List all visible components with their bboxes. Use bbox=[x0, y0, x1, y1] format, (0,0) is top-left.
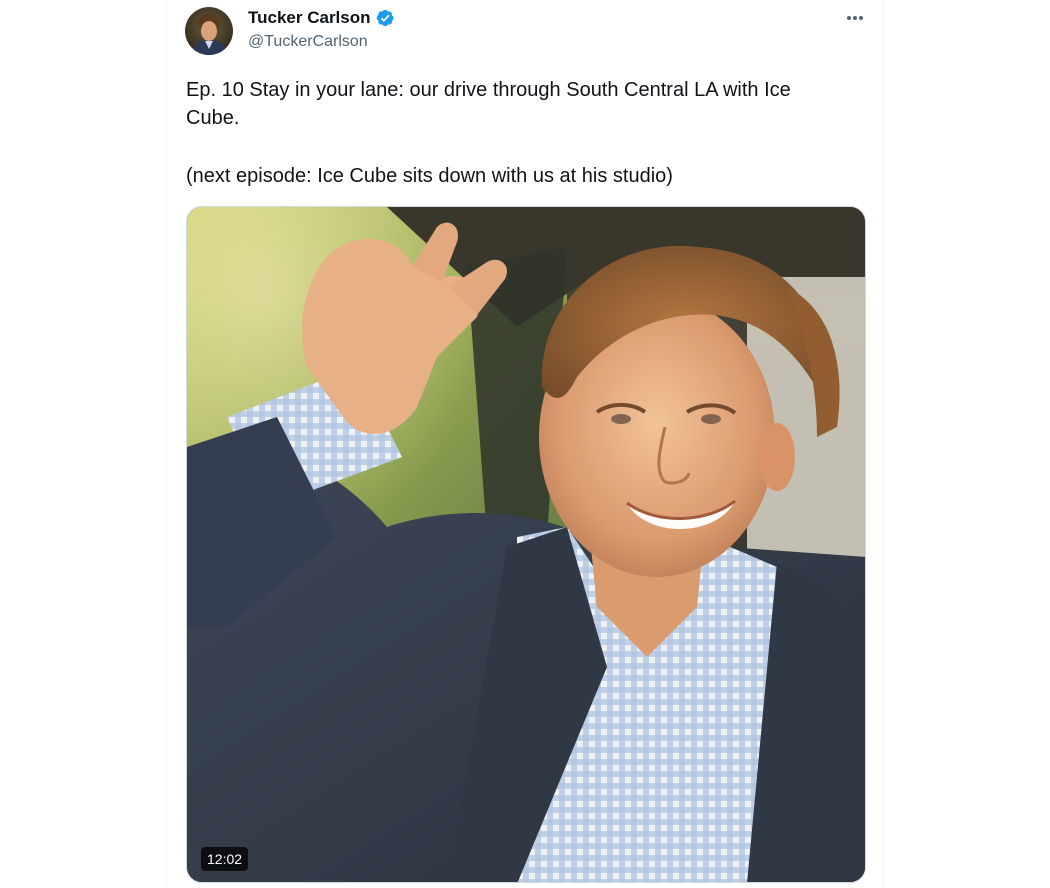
verified-badge-icon[interactable] bbox=[375, 8, 395, 28]
author-handle[interactable]: @TuckerCarlson bbox=[248, 32, 395, 52]
tweet-author: Tucker Carlson @TuckerCarlson bbox=[248, 8, 395, 52]
video-thumbnail bbox=[187, 207, 865, 882]
tweet-card[interactable]: Tucker Carlson @TuckerCarlson Ep. 10 Sta… bbox=[166, 0, 884, 888]
author-avatar[interactable] bbox=[185, 7, 233, 55]
author-name-row: Tucker Carlson bbox=[248, 8, 395, 28]
more-options-button[interactable] bbox=[841, 6, 869, 30]
video-duration-badge: 12:02 bbox=[201, 847, 249, 871]
author-display-name[interactable]: Tucker Carlson bbox=[248, 8, 371, 28]
page: Tucker Carlson @TuckerCarlson Ep. 10 Sta… bbox=[0, 0, 1050, 888]
tweet-text-line-1: Ep. 10 Stay in your lane: our drive thro… bbox=[186, 79, 791, 129]
tweet-text-line-2: (next episode: Ice Cube sits down with u… bbox=[186, 165, 673, 187]
tweet-text: Ep. 10 Stay in your lane: our drive thro… bbox=[186, 76, 846, 190]
more-options-icon bbox=[847, 16, 863, 20]
avatar-image bbox=[185, 7, 233, 55]
video-player[interactable]: 12:02 bbox=[186, 206, 866, 883]
